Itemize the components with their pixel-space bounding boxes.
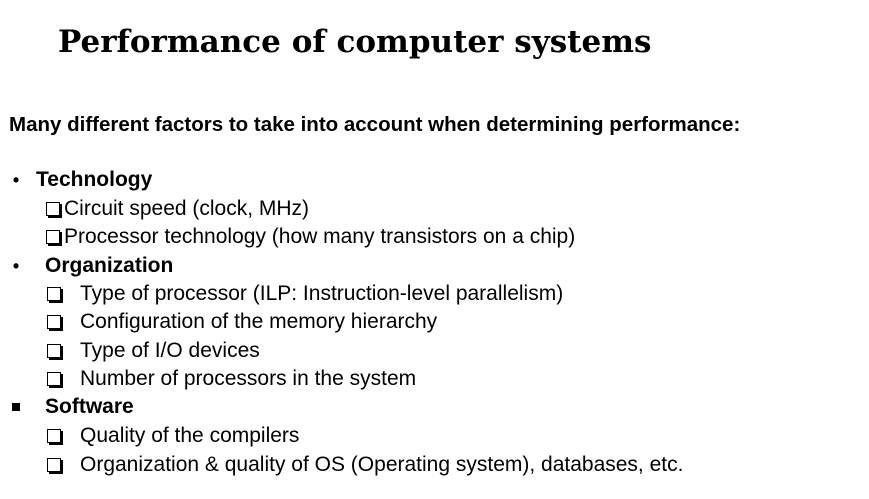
list-item: Circuit speed (clock, MHz) bbox=[46, 195, 309, 223]
list-item-label: Number of processors in the system bbox=[80, 367, 417, 390]
list-item-label: Type of processor (ILP: Instruction-leve… bbox=[80, 282, 564, 305]
list-item: Configuration of the memory hierarchy bbox=[47, 308, 437, 336]
checkbox-bullet-icon bbox=[46, 202, 60, 216]
checkbox-bullet-icon bbox=[47, 458, 61, 472]
list-item-label: Configuration of the memory hierarchy bbox=[80, 310, 438, 333]
list-item: Quality of the compilers bbox=[47, 422, 299, 450]
list-item-label: Organization & quality of OS (Operating … bbox=[80, 453, 684, 476]
section-label: Technology bbox=[36, 168, 153, 191]
intro-text: Many different factors to take into acco… bbox=[9, 113, 741, 136]
list-item-label: Circuit speed (clock, MHz) bbox=[64, 197, 310, 220]
checkbox-bullet-icon bbox=[46, 230, 60, 244]
page-title: Performance of computer systems bbox=[58, 24, 652, 60]
checkbox-bullet-icon bbox=[47, 287, 61, 301]
bullet-square-icon bbox=[12, 403, 20, 411]
bullet-dot-icon: • bbox=[12, 170, 20, 190]
checkbox-bullet-icon bbox=[47, 315, 61, 329]
list-item: Type of I/O devices bbox=[47, 337, 260, 365]
checkbox-bullet-icon bbox=[47, 372, 61, 386]
slide: Performance of computer systems Many dif… bbox=[0, 0, 869, 499]
checkbox-bullet-icon bbox=[47, 429, 61, 443]
section-organization: • Organization bbox=[10, 252, 174, 280]
list-item: Organization & quality of OS (Operating … bbox=[47, 451, 683, 479]
list-item: Number of processors in the system bbox=[47, 365, 416, 393]
checkbox-bullet-icon bbox=[47, 344, 61, 358]
list-item-label: Processor technology (how many transisto… bbox=[64, 225, 576, 248]
bullet-dot-icon: • bbox=[12, 256, 20, 276]
list-item: Processor technology (how many transisto… bbox=[46, 223, 575, 251]
section-software: Software bbox=[10, 393, 134, 421]
list-item-label: Quality of the compilers bbox=[80, 424, 300, 447]
section-label: Organization bbox=[45, 254, 174, 277]
list-item: Type of processor (ILP: Instruction-leve… bbox=[47, 280, 563, 308]
section-technology: • Technology bbox=[10, 166, 152, 194]
list-item-label: Type of I/O devices bbox=[80, 339, 260, 362]
section-label: Software bbox=[45, 395, 134, 418]
